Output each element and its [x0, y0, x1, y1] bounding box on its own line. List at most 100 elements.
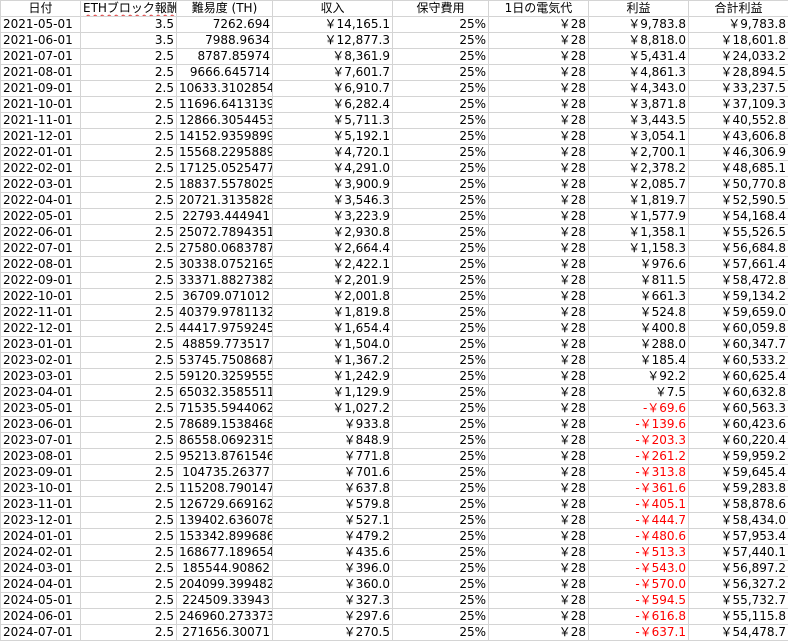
total-profit-cell[interactable]: ￥60,632.8	[689, 385, 788, 401]
date-cell[interactable]: 2022-05-01	[1, 209, 81, 225]
profit-cell[interactable]: ￥92.2	[589, 369, 689, 385]
income-cell[interactable]: ￥6,282.4	[273, 97, 393, 113]
maintenance-cell[interactable]: 25%	[393, 321, 489, 337]
profit-cell[interactable]: ￥1,358.1	[589, 225, 689, 241]
electricity-cell[interactable]: ￥28	[489, 177, 589, 193]
income-cell[interactable]: ￥2,664.4	[273, 241, 393, 257]
eth-reward-cell[interactable]: 2.5	[81, 337, 177, 353]
income-cell[interactable]: ￥2,930.8	[273, 225, 393, 241]
difficulty-cell[interactable]: 17125.0525477	[177, 161, 273, 177]
maintenance-cell[interactable]: 25%	[393, 545, 489, 561]
electricity-cell[interactable]: ￥28	[489, 465, 589, 481]
income-cell[interactable]: ￥2,422.1	[273, 257, 393, 273]
maintenance-cell[interactable]: 25%	[393, 161, 489, 177]
electricity-cell[interactable]: ￥28	[489, 577, 589, 593]
total-profit-cell[interactable]: ￥55,526.5	[689, 225, 788, 241]
date-cell[interactable]: 2022-11-01	[1, 305, 81, 321]
difficulty-cell[interactable]: 27580.0683787	[177, 241, 273, 257]
maintenance-cell[interactable]: 25%	[393, 289, 489, 305]
difficulty-cell[interactable]: 33371.8827382	[177, 273, 273, 289]
income-cell[interactable]: ￥1,654.4	[273, 321, 393, 337]
eth-reward-cell[interactable]: 2.5	[81, 353, 177, 369]
total-profit-cell[interactable]: ￥60,563.3	[689, 401, 788, 417]
difficulty-cell[interactable]: 7262.694	[177, 17, 273, 33]
maintenance-cell[interactable]: 25%	[393, 193, 489, 209]
eth-reward-cell[interactable]: 2.5	[81, 321, 177, 337]
column-header-date[interactable]: 日付	[1, 1, 81, 17]
maintenance-cell[interactable]: 25%	[393, 465, 489, 481]
difficulty-cell[interactable]: 10633.3102854	[177, 81, 273, 97]
electricity-cell[interactable]: ￥28	[489, 401, 589, 417]
eth-reward-cell[interactable]: 2.5	[81, 273, 177, 289]
difficulty-cell[interactable]: 20721.3135828	[177, 193, 273, 209]
income-cell[interactable]: ￥579.8	[273, 497, 393, 513]
difficulty-cell[interactable]: 53745.7508687	[177, 353, 273, 369]
profit-cell[interactable]: ￥524.8	[589, 305, 689, 321]
total-profit-cell[interactable]: ￥54,168.4	[689, 209, 788, 225]
difficulty-cell[interactable]: 22793.444941	[177, 209, 273, 225]
profit-cell[interactable]: ￥288.0	[589, 337, 689, 353]
difficulty-cell[interactable]: 204099.399482	[177, 577, 273, 593]
income-cell[interactable]: ￥1,819.8	[273, 305, 393, 321]
maintenance-cell[interactable]: 25%	[393, 17, 489, 33]
column-header-income[interactable]: 収入	[273, 1, 393, 17]
difficulty-cell[interactable]: 115208.790147	[177, 481, 273, 497]
date-cell[interactable]: 2021-06-01	[1, 33, 81, 49]
income-cell[interactable]: ￥327.3	[273, 593, 393, 609]
income-cell[interactable]: ￥6,910.7	[273, 81, 393, 97]
total-profit-cell[interactable]: ￥60,220.4	[689, 433, 788, 449]
maintenance-cell[interactable]: 25%	[393, 401, 489, 417]
maintenance-cell[interactable]: 25%	[393, 145, 489, 161]
maintenance-cell[interactable]: 25%	[393, 609, 489, 625]
maintenance-cell[interactable]: 25%	[393, 433, 489, 449]
total-profit-cell[interactable]: ￥58,434.0	[689, 513, 788, 529]
maintenance-cell[interactable]: 25%	[393, 257, 489, 273]
maintenance-cell[interactable]: 25%	[393, 225, 489, 241]
total-profit-cell[interactable]: ￥52,590.5	[689, 193, 788, 209]
difficulty-cell[interactable]: 44417.9759245	[177, 321, 273, 337]
electricity-cell[interactable]: ￥28	[489, 193, 589, 209]
maintenance-cell[interactable]: 25%	[393, 449, 489, 465]
electricity-cell[interactable]: ￥28	[489, 257, 589, 273]
profit-cell[interactable]: -￥139.6	[589, 417, 689, 433]
maintenance-cell[interactable]: 25%	[393, 593, 489, 609]
total-profit-cell[interactable]: ￥60,423.6	[689, 417, 788, 433]
eth-reward-cell[interactable]: 2.5	[81, 609, 177, 625]
electricity-cell[interactable]: ￥28	[489, 417, 589, 433]
total-profit-cell[interactable]: ￥48,685.1	[689, 161, 788, 177]
profit-cell[interactable]: -￥480.6	[589, 529, 689, 545]
date-cell[interactable]: 2022-02-01	[1, 161, 81, 177]
difficulty-cell[interactable]: 168677.189654	[177, 545, 273, 561]
electricity-cell[interactable]: ￥28	[489, 81, 589, 97]
total-profit-cell[interactable]: ￥43,606.8	[689, 129, 788, 145]
income-cell[interactable]: ￥1,367.2	[273, 353, 393, 369]
date-cell[interactable]: 2023-09-01	[1, 465, 81, 481]
income-cell[interactable]: ￥848.9	[273, 433, 393, 449]
electricity-cell[interactable]: ￥28	[489, 449, 589, 465]
difficulty-cell[interactable]: 12866.3054453	[177, 113, 273, 129]
total-profit-cell[interactable]: ￥56,684.8	[689, 241, 788, 257]
maintenance-cell[interactable]: 25%	[393, 209, 489, 225]
date-cell[interactable]: 2022-04-01	[1, 193, 81, 209]
difficulty-cell[interactable]: 71535.5944062	[177, 401, 273, 417]
difficulty-cell[interactable]: 86558.0692315	[177, 433, 273, 449]
difficulty-cell[interactable]: 8787.85974	[177, 49, 273, 65]
eth-reward-cell[interactable]: 2.5	[81, 561, 177, 577]
maintenance-cell[interactable]: 25%	[393, 33, 489, 49]
profit-cell[interactable]: ￥5,431.4	[589, 49, 689, 65]
electricity-cell[interactable]: ￥28	[489, 561, 589, 577]
date-cell[interactable]: 2021-11-01	[1, 113, 81, 129]
date-cell[interactable]: 2024-01-01	[1, 529, 81, 545]
date-cell[interactable]: 2024-07-01	[1, 625, 81, 641]
income-cell[interactable]: ￥12,877.3	[273, 33, 393, 49]
eth-reward-cell[interactable]: 2.5	[81, 385, 177, 401]
total-profit-cell[interactable]: ￥59,659.0	[689, 305, 788, 321]
total-profit-cell[interactable]: ￥60,625.4	[689, 369, 788, 385]
difficulty-cell[interactable]: 36709.071012	[177, 289, 273, 305]
income-cell[interactable]: ￥1,242.9	[273, 369, 393, 385]
electricity-cell[interactable]: ￥28	[489, 593, 589, 609]
difficulty-cell[interactable]: 246960.273373	[177, 609, 273, 625]
difficulty-cell[interactable]: 25072.7894351	[177, 225, 273, 241]
eth-reward-cell[interactable]: 2.5	[81, 81, 177, 97]
eth-reward-cell[interactable]: 2.5	[81, 417, 177, 433]
